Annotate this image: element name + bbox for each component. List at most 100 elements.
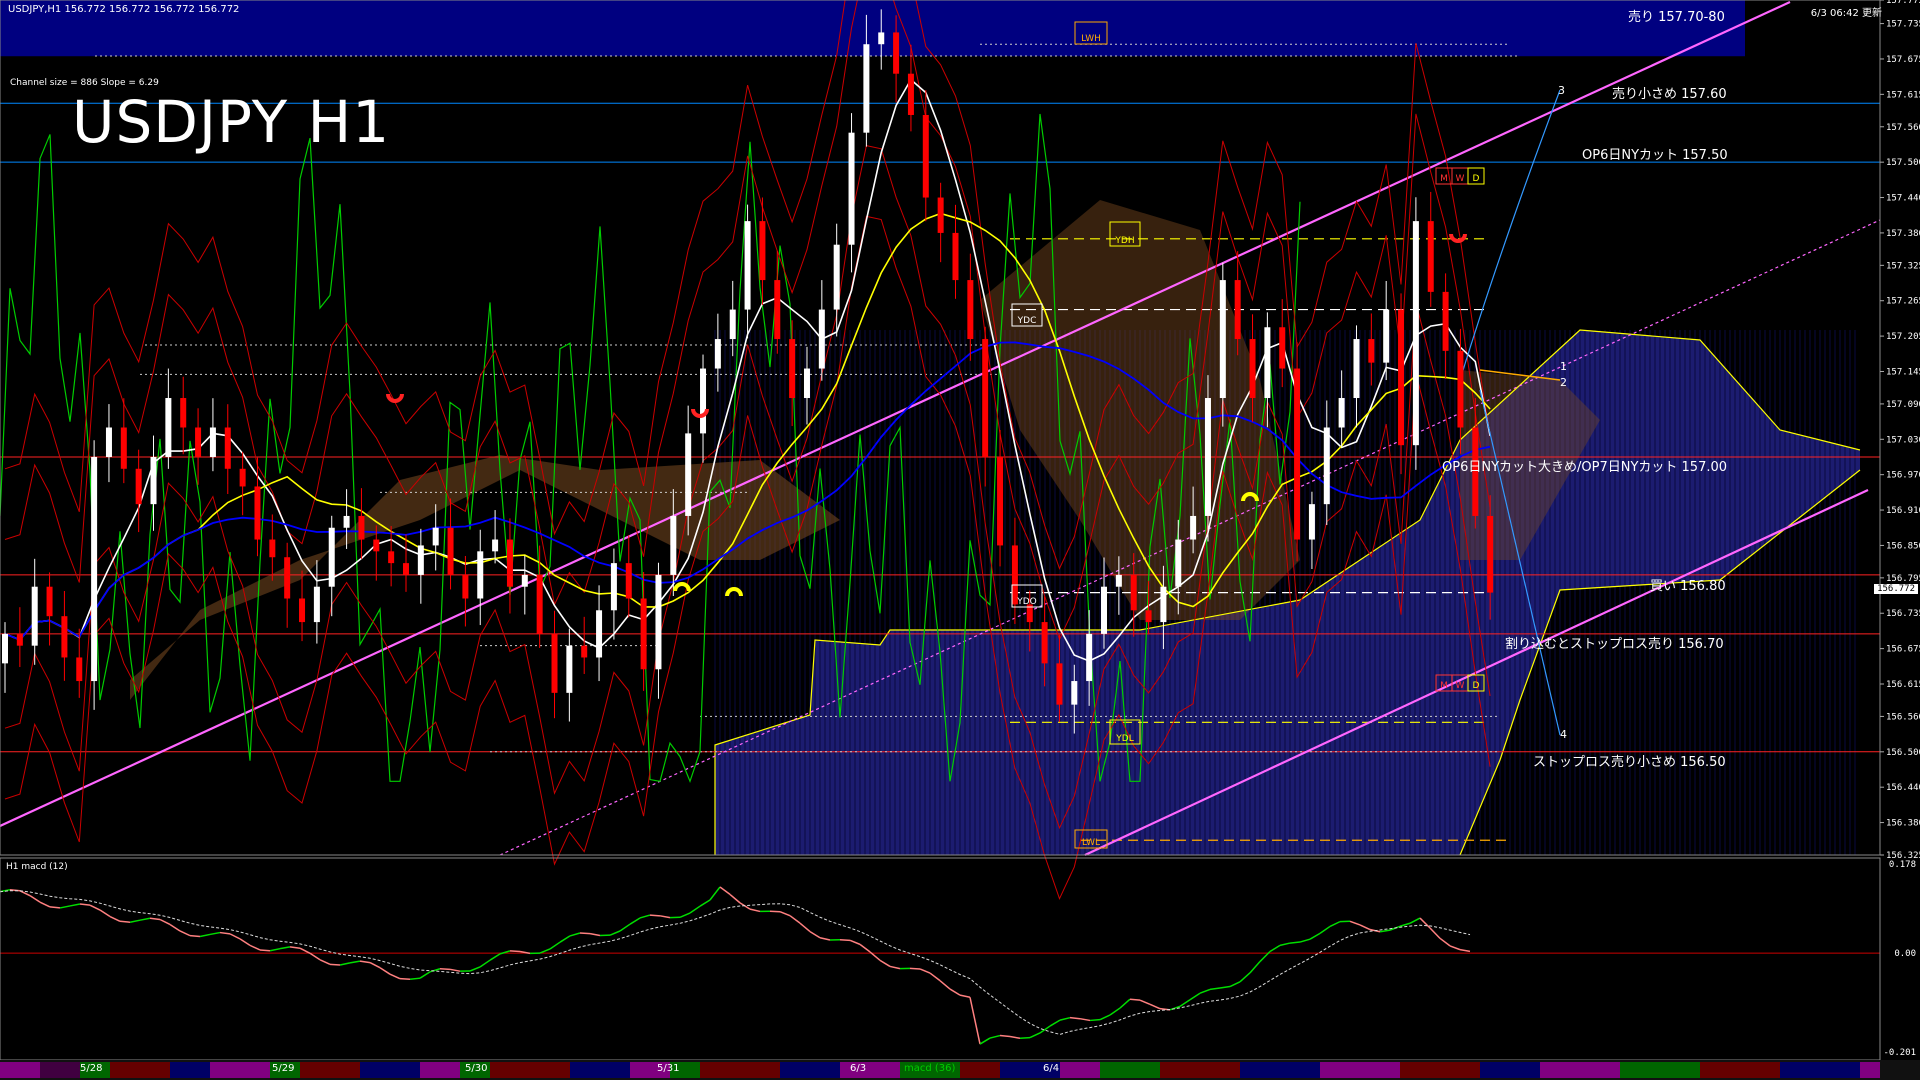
candle-body bbox=[76, 657, 83, 682]
price-tick-label: 156.440 bbox=[1886, 783, 1920, 793]
macd-segment bbox=[189, 934, 201, 938]
candle-body bbox=[224, 427, 231, 469]
timestamp: 6/3 06:42 更新 bbox=[1810, 8, 1882, 19]
candle-body bbox=[1056, 663, 1063, 705]
candle-body bbox=[625, 563, 632, 599]
macd-segment bbox=[1069, 1016, 1081, 1020]
date-label: 6/4 bbox=[1043, 1063, 1060, 1074]
candle-body bbox=[1071, 681, 1078, 705]
ydc-marker-label: YDC bbox=[1017, 316, 1037, 326]
macd-segment bbox=[579, 932, 591, 935]
sell-band-label: 売り 157.70-80 bbox=[1628, 10, 1725, 25]
price-tick-label: 156.560 bbox=[1886, 712, 1920, 722]
candle-body bbox=[1249, 339, 1256, 399]
price-tick-label: 157.440 bbox=[1886, 194, 1920, 204]
candle-body bbox=[1457, 350, 1464, 428]
macd-segment bbox=[839, 939, 851, 942]
macd-segment bbox=[1019, 1036, 1031, 1040]
price-tick-label: 156.380 bbox=[1886, 819, 1920, 829]
candle-body bbox=[1115, 574, 1122, 587]
channel-info: Channel size = 886 Slope = 6.29 bbox=[10, 78, 159, 88]
date-label: 6/3 bbox=[850, 1063, 867, 1074]
price-tick-label: 157.265 bbox=[1886, 297, 1920, 307]
macd-segment bbox=[1129, 998, 1141, 1001]
price-tick-label: 157.205 bbox=[1886, 332, 1920, 342]
candle-body bbox=[774, 280, 781, 340]
candle-body bbox=[61, 616, 68, 658]
candle-body bbox=[581, 645, 588, 658]
level-label-156-50: ストップロス売り小さめ 156.50 bbox=[1533, 755, 1726, 770]
candle-body bbox=[2, 633, 8, 664]
date-label: 5/28 bbox=[80, 1063, 103, 1074]
level-label-156-70: 割り込むとストップロス売り 156.70 bbox=[1505, 637, 1724, 652]
candle-body bbox=[417, 545, 424, 575]
candle-body bbox=[670, 515, 677, 575]
price-tick-label: 157.560 bbox=[1886, 123, 1920, 133]
candle-body bbox=[1204, 398, 1211, 516]
price-tick-label: 157.500 bbox=[1886, 158, 1920, 168]
level-label-157-00: OP6日NYカット大きめ/OP7日NYカット 157.00 bbox=[1442, 460, 1728, 475]
price-tick-label: 156.615 bbox=[1886, 680, 1920, 690]
candle-body bbox=[477, 551, 484, 599]
candle-body bbox=[299, 598, 306, 623]
candle-body bbox=[239, 468, 246, 487]
sell-band bbox=[0, 0, 1745, 57]
candle-body bbox=[1294, 368, 1301, 540]
candle-body bbox=[714, 339, 721, 369]
lwh-marker-label: LWH bbox=[1081, 34, 1101, 44]
candle-body bbox=[907, 73, 914, 115]
candle-body bbox=[492, 539, 499, 552]
macd-axis-bottom: -0.201 bbox=[1883, 1048, 1916, 1058]
macd-segment bbox=[509, 950, 521, 953]
price-tick-label: 157.775 bbox=[1886, 0, 1920, 6]
macd-segment bbox=[1289, 941, 1301, 944]
price-tick-label: 156.735 bbox=[1886, 609, 1920, 619]
candle-body bbox=[31, 586, 38, 646]
level-label-156-80: 買い 156.80 bbox=[1650, 579, 1726, 594]
candle-body bbox=[506, 539, 513, 587]
candle-body bbox=[1086, 633, 1093, 682]
mwd-top-0-label: M bbox=[1440, 174, 1448, 184]
candle-body bbox=[1175, 539, 1182, 587]
candle-body bbox=[402, 563, 409, 575]
candle-body bbox=[952, 232, 959, 281]
macd-axis-zero: 0.00 bbox=[1894, 949, 1916, 959]
candle-body bbox=[269, 539, 276, 558]
candle-body bbox=[150, 456, 157, 505]
candle-body bbox=[120, 427, 127, 469]
candle-body bbox=[640, 598, 647, 670]
price-tick-label: 156.850 bbox=[1886, 541, 1920, 551]
price-tick-label: 156.795 bbox=[1886, 574, 1920, 584]
macd-segment bbox=[399, 977, 411, 981]
symbol-info: USDJPY,H1 156.772 156.772 156.772 156.77… bbox=[8, 4, 240, 15]
candle-body bbox=[46, 586, 53, 617]
candle-body bbox=[1011, 545, 1018, 605]
candle-body bbox=[16, 633, 23, 646]
macd-axis-top: 0.178 bbox=[1888, 860, 1916, 870]
candle-body bbox=[373, 539, 380, 552]
candle-body bbox=[1101, 586, 1108, 634]
price-tick-label: 157.325 bbox=[1886, 261, 1920, 271]
candle-body bbox=[922, 114, 929, 198]
price-tick-label: 157.145 bbox=[1886, 367, 1920, 377]
candle-body bbox=[700, 368, 707, 434]
candle-body bbox=[1487, 515, 1494, 593]
candle-body bbox=[1368, 339, 1375, 363]
ydo-marker-label: YDO bbox=[1016, 597, 1037, 607]
candle-body bbox=[685, 433, 692, 516]
candle-body bbox=[551, 633, 558, 693]
price-tick-label: 157.615 bbox=[1886, 90, 1920, 100]
candle-body bbox=[432, 527, 439, 546]
price-tick-label: 156.910 bbox=[1886, 506, 1920, 516]
macd-segment bbox=[329, 963, 341, 966]
macd-segment bbox=[999, 1034, 1011, 1038]
candle-body bbox=[803, 368, 810, 399]
candle-body bbox=[818, 309, 825, 369]
price-tick-label: 156.500 bbox=[1886, 748, 1920, 758]
candle-body bbox=[135, 468, 142, 505]
candle-body bbox=[1383, 309, 1390, 363]
candle-body bbox=[358, 515, 365, 540]
candle-body bbox=[833, 244, 840, 310]
date-bar: 5/28 5/29 5/30 5/31 6/3 6/4 macd (36) bbox=[0, 1060, 1920, 1080]
candle-body bbox=[997, 456, 1004, 546]
